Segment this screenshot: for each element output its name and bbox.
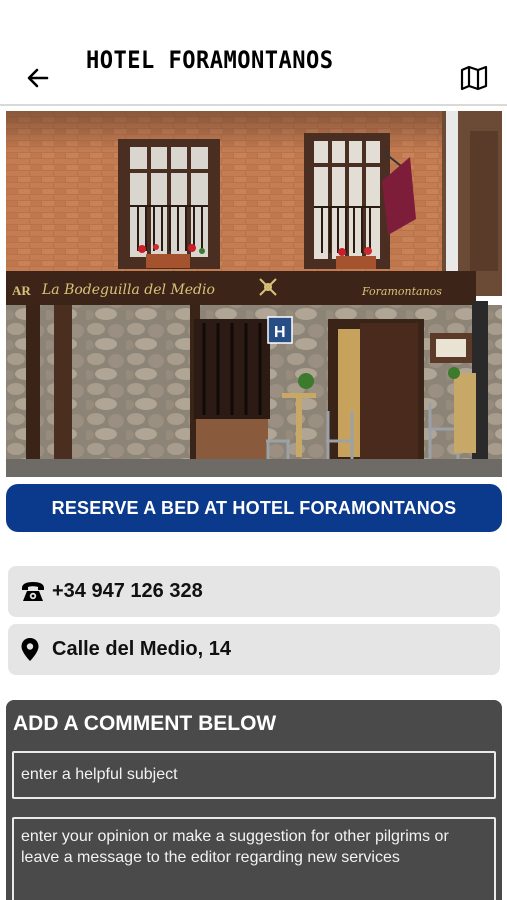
address-text: Calle del Medio, 14	[52, 638, 231, 660]
arrow-left-icon	[27, 68, 49, 88]
sign-bodeguilla: La Bodeguilla del Medio	[41, 282, 215, 298]
page-title: HOTEL FORAMONTANOS	[86, 46, 334, 74]
app-header: HOTEL FORAMONTANOS	[0, 0, 507, 106]
hotel-photo: AR La Bodeguilla del Medio Foramontanos …	[6, 111, 502, 477]
hotel-plaque: H	[274, 324, 286, 341]
map-button[interactable]	[458, 63, 490, 93]
phone-number: +34 947 126 328	[52, 580, 203, 602]
comment-title: ADD A COMMENT BELOW	[13, 712, 277, 735]
telephone-icon	[20, 578, 50, 606]
address-row[interactable]: Calle del Medio, 14	[8, 624, 500, 675]
map-icon	[460, 65, 488, 91]
reserve-bed-button[interactable]: RESERVE A BED AT HOTEL FORAMONTANOS	[6, 484, 502, 532]
reserve-bed-label: RESERVE A BED AT HOTEL FORAMONTANOS	[51, 497, 457, 518]
map-pin-icon	[20, 636, 50, 664]
comment-panel: ADD A COMMENT BELOW	[6, 700, 502, 900]
sign-bar-left: AR	[12, 283, 31, 298]
back-button[interactable]	[22, 62, 54, 94]
sign-hotel-name: Foramontanos	[361, 285, 442, 298]
phone-row[interactable]: +34 947 126 328	[8, 566, 500, 617]
opinion-textarea[interactable]	[12, 817, 496, 900]
subject-input[interactable]	[12, 751, 496, 799]
